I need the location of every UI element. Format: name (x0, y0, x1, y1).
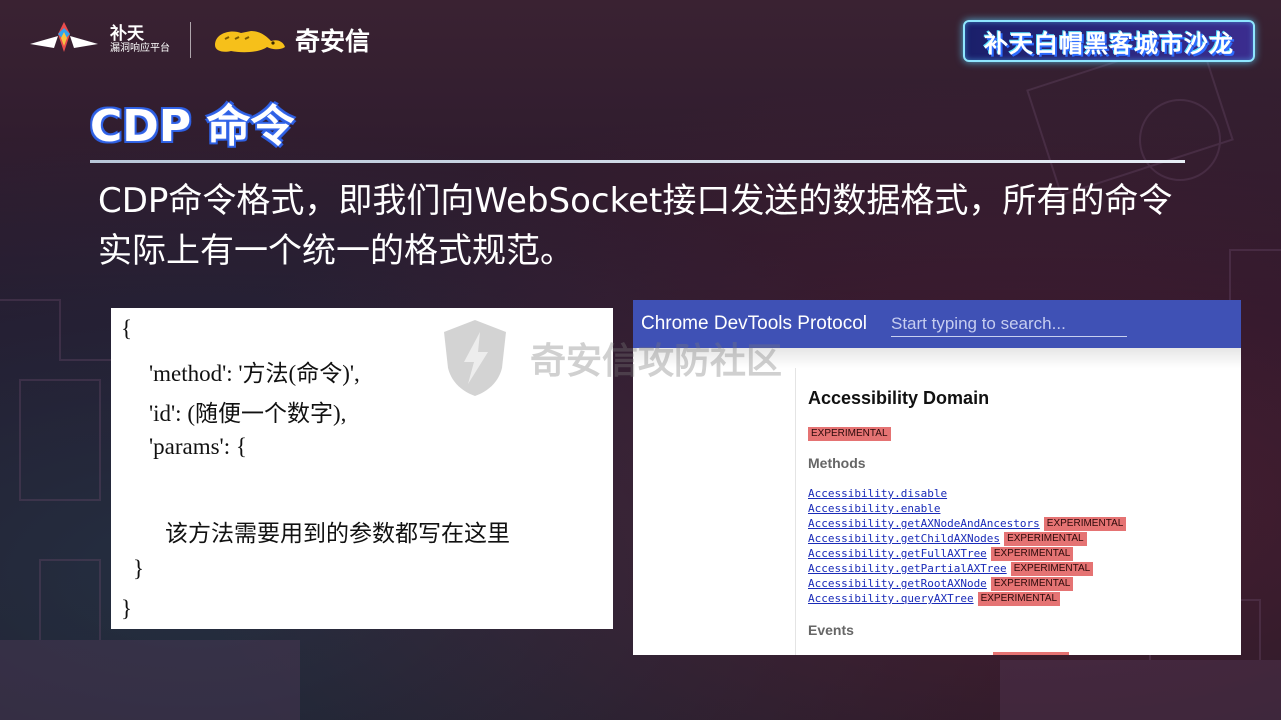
header-divider (190, 22, 191, 58)
code-line: } (133, 556, 145, 581)
list-item: Accessibility.getFullAXTree EXPERIMENTAL (808, 546, 1126, 561)
cdp-header-shadow (633, 348, 1241, 368)
method-link[interactable]: Accessibility.disable (808, 487, 947, 500)
method-link[interactable]: Accessibility.getRootAXNode (808, 577, 987, 590)
title-underline (90, 160, 1185, 163)
methods-heading: Methods (808, 455, 866, 471)
list-item: Accessibility.getAXNodeAndAncestors EXPER… (808, 516, 1127, 531)
method-link[interactable]: Accessibility.enable (808, 502, 940, 515)
code-line: { (121, 316, 133, 341)
header-logos: 补天 漏洞响应平台 奇安信 (28, 18, 370, 62)
cdp-docs-screenshot: Chrome DevTools Protocol Accessibility D… (633, 300, 1241, 655)
experimental-badge: EXPERIMENTAL (990, 576, 1074, 591)
list-item: Accessibility.queryAXTree EXPERIMENTAL (808, 591, 1126, 606)
list-item: Accessibility.getPartialAXTree EXPERIMENT… (808, 561, 1126, 576)
experimental-badge: EXPERIMENTAL (990, 546, 1074, 561)
method-link[interactable]: Accessibility.queryAXTree (808, 592, 974, 605)
page-title: CDP 命令 (90, 101, 295, 152)
cdp-header-bar: Chrome DevTools Protocol (633, 300, 1241, 348)
butian-subtitle: 漏洞响应平台 (110, 42, 170, 54)
code-line: 'method': '方法(命令)', (149, 361, 360, 386)
list-item: Accessibility.getChildAXNodes EXPERIMENTA… (808, 531, 1126, 546)
list-item: Accessibility.getRootAXNode EXPERIMENTAL (808, 576, 1126, 591)
code-format-panel: { 'method': '方法(命令)', 'id': (随便一个数字), 'p… (111, 308, 613, 629)
method-link[interactable]: Accessibility.getFullAXTree (808, 547, 987, 560)
method-link[interactable]: Accessibility.getAXNodeAndAncestors (808, 517, 1040, 530)
code-line: 'params': { (149, 434, 247, 459)
experimental-badge-partial (993, 652, 1069, 655)
experimental-badge: EXPERIMENTAL (1010, 561, 1094, 576)
qax-dog-logo-icon (215, 31, 285, 53)
code-line: } (121, 596, 133, 621)
method-link[interactable]: Accessibility.getPartialAXTree (808, 562, 1007, 575)
experimental-badge: EXPERIMENTAL (1004, 531, 1087, 546)
domain-title: Accessibility Domain (808, 388, 990, 408)
code-line: 'id': (随便一个数字), (149, 401, 347, 426)
experimental-badge: EXPERIMENTAL (1043, 516, 1127, 531)
method-link[interactable]: Accessibility.getChildAXNodes (808, 532, 1000, 545)
events-heading: Events (808, 622, 854, 638)
butian-title: 补天 (110, 23, 144, 44)
experimental-badge: EXPERIMENTAL (808, 427, 891, 441)
list-item: Accessibility.enable (808, 501, 1126, 516)
intro-paragraph: CDP命令格式，即我们向WebSocket接口发送的数据格式，所有的命令实际上有… (98, 181, 1173, 271)
search-input[interactable] (890, 311, 1127, 337)
methods-list: Accessibility.disable Accessibility.enab… (808, 486, 1127, 606)
cdp-sidebar-divider (795, 368, 796, 655)
event-badge: 补天白帽黑客城市沙龙 (963, 20, 1255, 62)
code-line: 该方法需要用到的参数都写在这里 (165, 521, 510, 546)
experimental-badge: EXPERIMENTAL (977, 591, 1061, 606)
qax-name: 奇安信 (295, 27, 371, 56)
list-item: Accessibility.disable (808, 486, 1126, 501)
cdp-app-title[interactable]: Chrome DevTools Protocol (641, 313, 867, 335)
butian-logo-icon (30, 22, 98, 52)
